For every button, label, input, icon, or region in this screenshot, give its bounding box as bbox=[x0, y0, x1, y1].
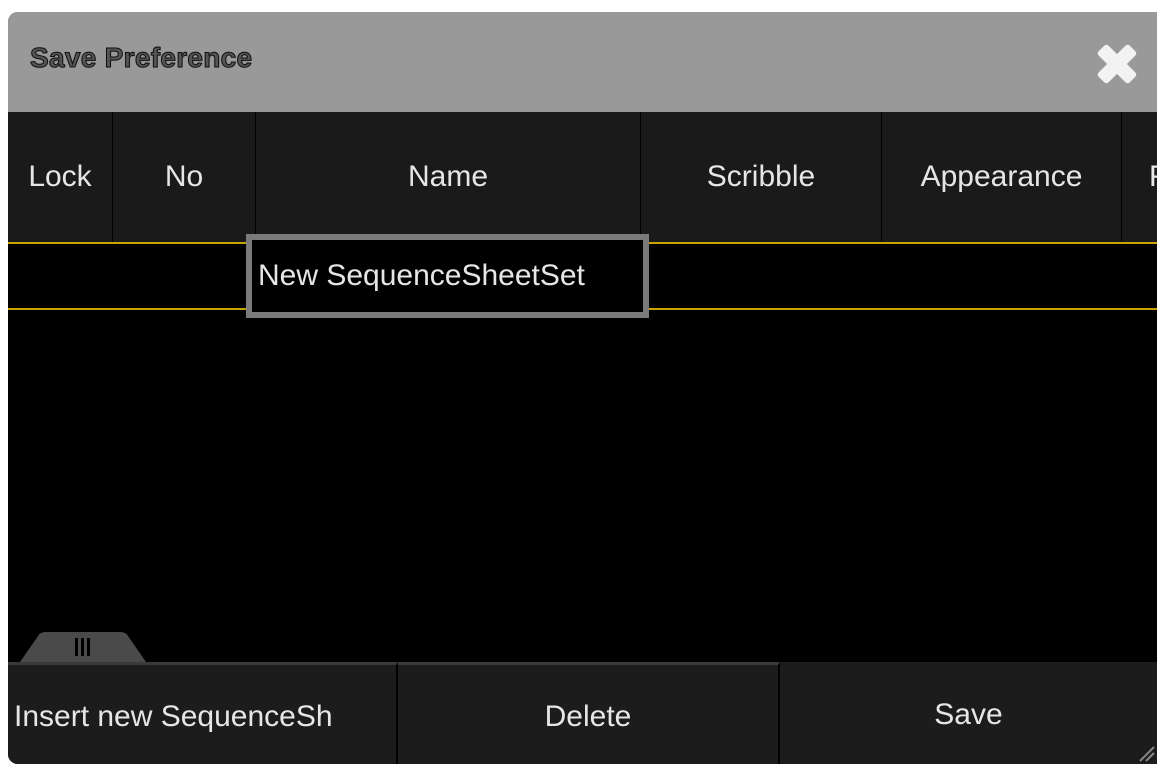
insert-button-label: Insert new SequenceSh bbox=[14, 700, 333, 733]
column-header-appearance[interactable]: Appearance bbox=[882, 112, 1122, 242]
dialog-title: Save Preference bbox=[29, 42, 253, 74]
save-button-label: Save bbox=[934, 698, 1003, 731]
column-header-lock[interactable]: Lock bbox=[8, 112, 113, 242]
column-header-partial[interactable]: F bbox=[1122, 112, 1157, 242]
insert-sequence-sheet-button[interactable]: Insert new SequenceSh bbox=[8, 662, 398, 764]
button-bar: Insert new SequenceSh Delete Save bbox=[8, 662, 1157, 764]
name-cell-value: New SequenceSheetSet bbox=[258, 259, 585, 292]
column-header-no[interactable]: No bbox=[113, 112, 256, 242]
save-preference-dialog: Save Preference Lock No Name Scribble Ap… bbox=[8, 12, 1157, 764]
delete-button[interactable]: Delete bbox=[398, 662, 780, 764]
delete-button-label: Delete bbox=[544, 700, 632, 733]
resize-handle-icon[interactable] bbox=[20, 630, 146, 662]
save-button[interactable]: Save bbox=[780, 662, 1157, 764]
close-icon[interactable] bbox=[1089, 36, 1145, 92]
name-edit-field[interactable]: New SequenceSheetSet bbox=[246, 234, 649, 318]
column-header-name[interactable]: Name bbox=[256, 112, 641, 242]
title-bar[interactable]: Save Preference bbox=[8, 12, 1157, 112]
resize-grip-icon[interactable] bbox=[1137, 744, 1155, 762]
table-header-row: Lock No Name Scribble Appearance F bbox=[8, 112, 1157, 242]
column-header-scribble[interactable]: Scribble bbox=[641, 112, 882, 242]
